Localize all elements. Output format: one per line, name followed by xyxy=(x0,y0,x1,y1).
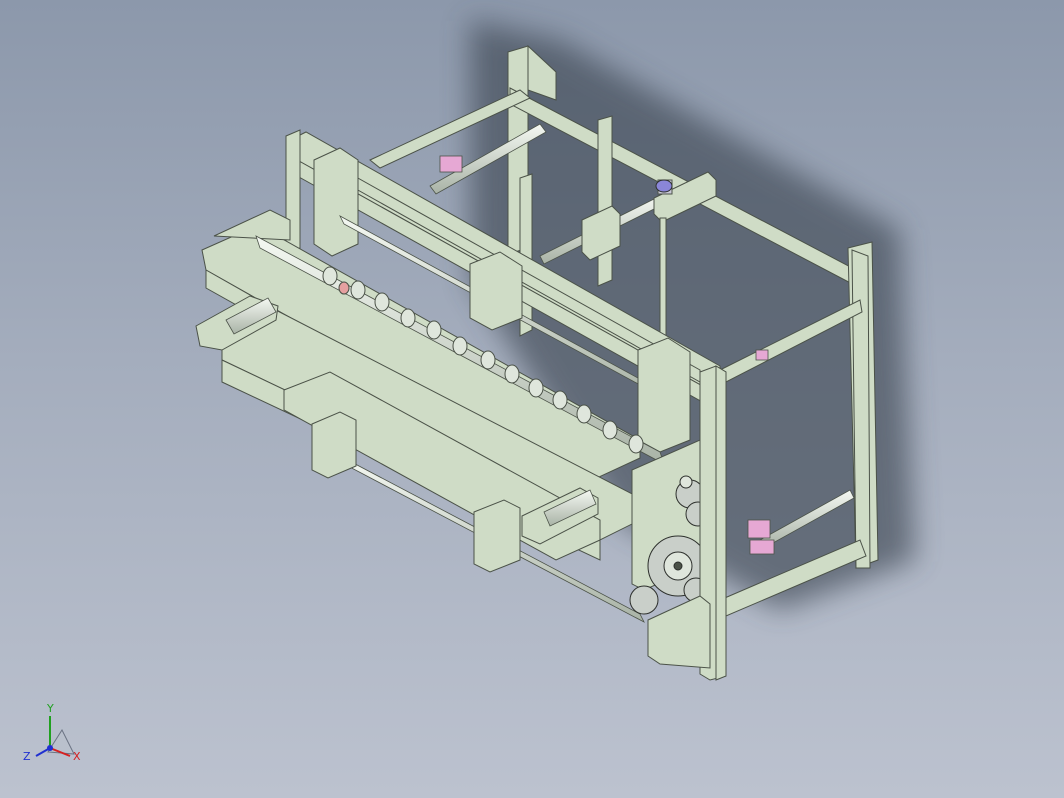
triad-origin xyxy=(47,745,53,751)
z-axis-label: Z xyxy=(23,750,31,763)
assembly-model[interactable] xyxy=(0,0,1064,798)
x-axis-label: X xyxy=(73,750,81,763)
top-pulley[interactable] xyxy=(655,179,673,193)
reference-triad[interactable]: Y X Z xyxy=(18,700,88,772)
triad-base xyxy=(47,728,75,755)
y-axis-label: Y xyxy=(46,702,54,715)
graphics-viewport[interactable]: Y X Z xyxy=(0,0,1064,798)
